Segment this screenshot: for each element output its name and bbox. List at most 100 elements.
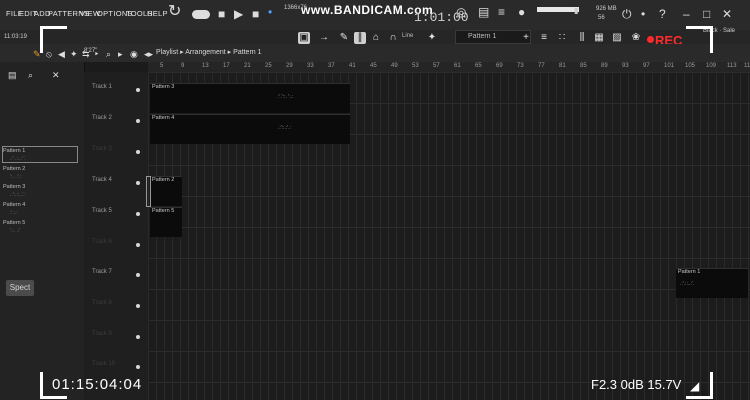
track-label[interactable]: Track 2 (92, 115, 112, 121)
arrow-tool-icon[interactable]: → (318, 32, 330, 44)
breadcrumb-playlist[interactable]: Playlist (156, 49, 178, 56)
track-label[interactable]: Track 5 (92, 208, 112, 214)
browser-pattern-item[interactable]: Pattern 5 (3, 220, 25, 226)
track-label[interactable]: Track 7 (92, 269, 112, 275)
ruler-number: 117 (744, 63, 750, 69)
clip-notes: .:'.::..:'. (680, 281, 695, 287)
track-label[interactable]: Track 1 (92, 84, 112, 90)
playlist-tools-row: 11:03:19 ▣ → ✎ ∥ ⌂ ∩ Line ✦ Pattern 1 + … (0, 28, 750, 48)
link-tool-icon[interactable]: ∥ (354, 32, 366, 44)
browser-close-icon[interactable]: ✕ (52, 69, 60, 81)
minimize-icon[interactable]: – (683, 8, 690, 20)
ruler-number: 13 (202, 63, 209, 69)
track-enable-icon[interactable] (136, 273, 140, 277)
nav-arrow-icon[interactable]: ◂▸ (144, 48, 153, 60)
pattern-clip[interactable]: Pattern 1 .:'.::..:'. (676, 268, 748, 298)
snap-mode[interactable]: Line (402, 33, 413, 39)
ruler-number: 97 (643, 63, 650, 69)
ruler-number: 25 (265, 63, 272, 69)
draw-tool-icon[interactable]: ✎ (338, 32, 350, 44)
toggle-icon[interactable] (192, 10, 210, 19)
pin-icon[interactable]: • (641, 8, 645, 20)
pattern-preview: :'.:.: (10, 210, 18, 216)
maximize-icon[interactable]: □ (703, 8, 710, 20)
clip-resize-handle[interactable] (146, 176, 151, 207)
playlist-breadcrumb: Playlist ▸ Arrangement ▸ Pattern 1 (156, 48, 262, 56)
track-enable-icon[interactable] (136, 365, 140, 369)
record-small-icon[interactable]: ● (518, 6, 525, 18)
track-enable-icon[interactable] (136, 243, 140, 247)
slice-tool-icon[interactable]: ⌂ (370, 32, 382, 44)
add-pattern-icon[interactable]: + (520, 32, 532, 44)
close-icon[interactable]: ✕ (722, 8, 732, 20)
menu-help[interactable]: HELP (147, 9, 168, 18)
play-icon[interactable]: ▶ (234, 8, 243, 20)
breadcrumb-arrangement[interactable]: Arrangement (185, 49, 225, 56)
ruler-number: 45 (370, 63, 377, 69)
mic-icon[interactable]: • (268, 6, 272, 18)
speaker-icon[interactable]: ◉ (130, 48, 138, 60)
stamp-icon[interactable]: ✦ (426, 32, 438, 44)
ruler-number: 109 (706, 63, 717, 69)
help-icon[interactable]: ? (659, 8, 666, 20)
track-label[interactable]: Track 6 (92, 239, 112, 245)
pattern-clip[interactable]: Pattern 2 (150, 176, 182, 206)
piano-roll-icon[interactable]: ≡ (538, 32, 550, 44)
channel-rack-icon[interactable]: ∷ (556, 32, 568, 44)
clip-label: Pattern 3 (152, 84, 175, 90)
mixer-sliders-icon[interactable]: ⫼ (576, 32, 588, 44)
pattern-clip[interactable]: Pattern 4 .:'::.:'.: (150, 114, 350, 144)
pattern-selector-label: Pattern 1 (468, 33, 497, 40)
ruler-number: 93 (622, 63, 629, 69)
browser-pattern-item[interactable]: Pattern 2 (3, 166, 25, 172)
track-enable-icon[interactable] (136, 119, 140, 123)
browser-menu-icon[interactable]: ▤ (8, 69, 17, 81)
mixer-icon[interactable]: ≡ (498, 6, 505, 18)
pattern-clip[interactable]: Pattern 5 (150, 207, 182, 237)
browser-icon[interactable]: ▦ (593, 32, 605, 44)
spect-button[interactable]: Spect (6, 280, 34, 296)
pattern-browser: ▤ ⌕ ✕ Pattern 1 Pattern 2 Pattern 3 Patt… (0, 62, 85, 400)
ruler-number: 77 (538, 63, 545, 69)
track-enable-icon[interactable] (136, 304, 140, 308)
pattern-preview: '.:. .:' (10, 228, 21, 234)
track-label[interactable]: Track 9 (92, 331, 112, 337)
plug-icon[interactable]: ❀ (630, 32, 642, 44)
track-label[interactable]: Track 3 (92, 146, 112, 152)
track-enable-icon[interactable] (136, 335, 140, 339)
browser-pattern-item[interactable]: Pattern 3 (3, 184, 25, 190)
recorder-frame-corner (686, 26, 713, 53)
ruler-number: 9 (181, 63, 185, 69)
track-enable-icon[interactable] (136, 181, 140, 185)
plugin-icon[interactable]: ▨ (611, 32, 623, 44)
clip-label: Pattern 1 (678, 269, 701, 275)
snap-button[interactable]: ▣ (298, 32, 310, 44)
track-enable-icon[interactable] (136, 150, 140, 154)
zoom-icon[interactable]: ⌕ (106, 48, 111, 60)
ruler-number: 89 (601, 63, 608, 69)
camera-icon[interactable]: ◎ (456, 6, 466, 18)
record-timecode: 01:15:04:04 (52, 376, 143, 393)
ruler-number: 33 (307, 63, 314, 69)
breadcrumb-pattern[interactable]: Pattern 1 (233, 49, 261, 56)
pattern-clip[interactable]: Pattern 3 :'.'::. ':.: (150, 83, 350, 113)
ruler-number: 73 (517, 63, 524, 69)
track-enable-icon[interactable] (136, 88, 140, 92)
stop-icon[interactable]: ■ (252, 8, 259, 20)
monitor-icon[interactable]: ▤ (478, 6, 489, 18)
track-label[interactable]: Track 4 (92, 177, 112, 183)
playback-icon[interactable]: ▸ (118, 48, 123, 60)
browser-pattern-item[interactable]: Pattern 1 (3, 148, 25, 154)
track-label[interactable]: Track 8 (92, 300, 112, 306)
track-enable-icon[interactable] (136, 212, 140, 216)
refresh-icon[interactable]: ↻ (168, 4, 181, 20)
track-label[interactable]: Track 10 (92, 361, 115, 367)
power-icon[interactable]: ⏻ (622, 8, 632, 20)
select-tool-icon[interactable]: ✦ (70, 48, 78, 60)
ruler-number: 65 (475, 63, 482, 69)
pattern-song-icon[interactable]: ■ (218, 8, 225, 20)
browser-search-icon[interactable]: ⌕ (28, 69, 33, 81)
magnet-icon[interactable]: ∩ (387, 32, 399, 44)
ruler-number: 85 (580, 63, 587, 69)
browser-pattern-item[interactable]: Pattern 4 (3, 202, 25, 208)
